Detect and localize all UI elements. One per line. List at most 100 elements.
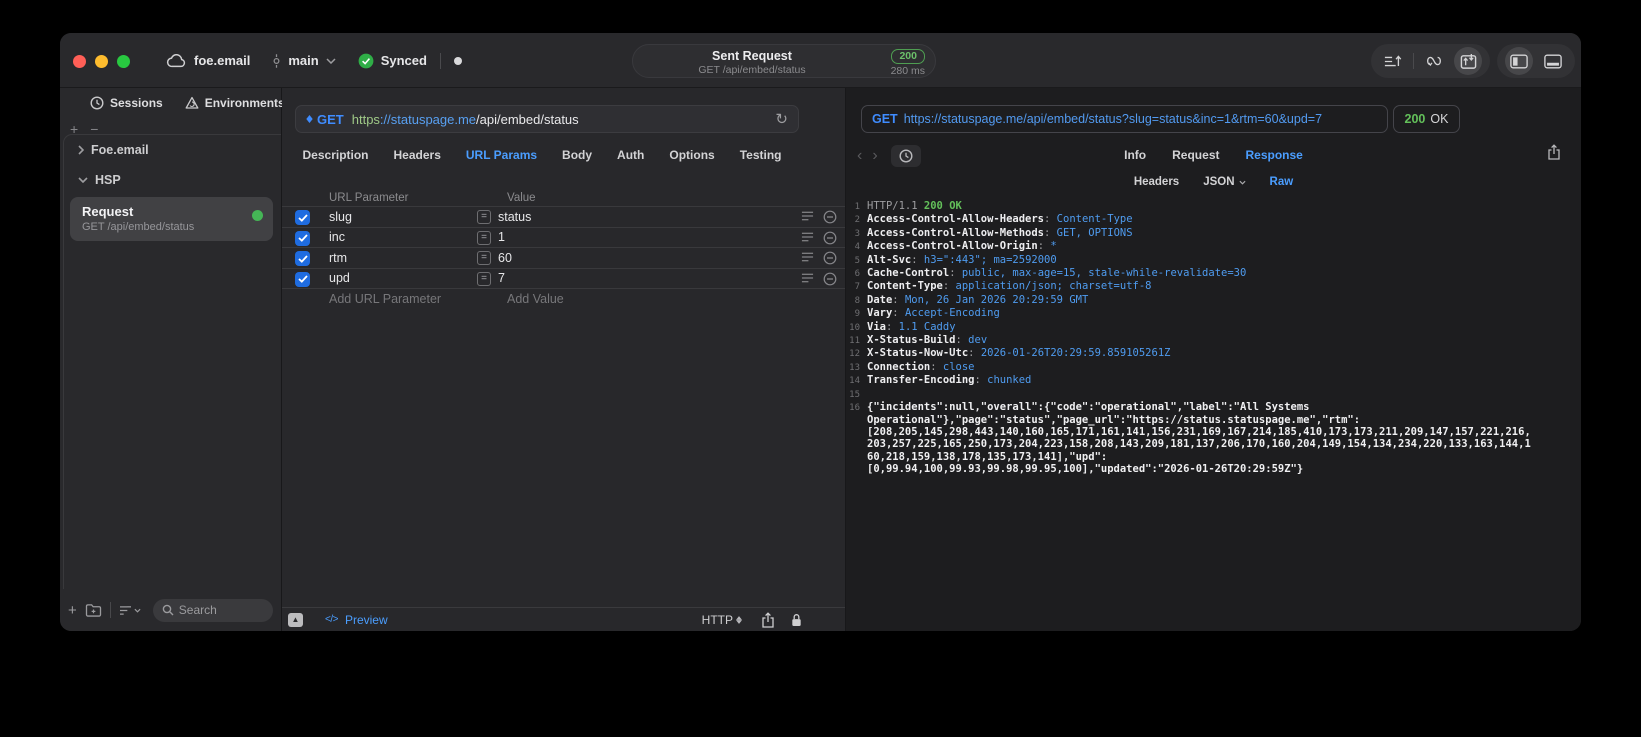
toggle-sidebar-icon[interactable] (1505, 47, 1533, 75)
param-checkbox[interactable] (295, 271, 310, 287)
subtab-headers-label: Headers (1133, 176, 1180, 188)
expand-panel-icon[interactable]: ▲ (288, 612, 303, 627)
sort-list-icon[interactable] (119, 605, 141, 616)
close-window-button[interactable] (73, 55, 86, 68)
subtab-raw[interactable]: Raw (1270, 176, 1294, 188)
preview-button[interactable]: </> Preview (325, 613, 388, 627)
code-line: 14 Transfer-Encoding: chunked (846, 374, 1577, 387)
subtab-headers[interactable]: Headers (1134, 176, 1179, 188)
tree-item-hsp[interactable]: HSP (64, 165, 281, 195)
request-list-item-selected[interactable]: Request GET /api/embed/status (70, 197, 273, 241)
tree-item-label: HSP (95, 173, 121, 187)
param-operator-badge[interactable]: = (477, 230, 491, 245)
code-line: 16 {"incidents":null,"overall":{"code":"o… (846, 401, 1577, 475)
line-content: Cache-Control: public, max-age=15, stale… (867, 267, 1247, 280)
code-icon: </> (325, 614, 338, 625)
add-param-value-placeholder[interactable]: Add Value (507, 292, 564, 306)
param-operator-badge[interactable]: = (477, 271, 491, 286)
param-value[interactable]: 1 (498, 230, 505, 244)
search-bar[interactable] (152, 598, 273, 622)
chevron-down-icon (78, 177, 88, 183)
remove-param-icon[interactable] (823, 251, 837, 265)
tab-testing[interactable]: Testing (740, 148, 782, 162)
remove-param-icon[interactable] (823, 210, 837, 224)
sidebar-tab-sessions[interactable]: Sessions (90, 96, 163, 110)
protocol-stepper-icon (736, 615, 742, 624)
minimize-window-button[interactable] (95, 55, 108, 68)
sync-status-label[interactable]: Synced (381, 53, 427, 68)
line-number: 7 (854, 282, 860, 293)
param-row-slug[interactable]: slug = status (282, 206, 845, 227)
main-content: Sessions Environments + − Foe.email HSP … (60, 88, 1581, 631)
param-description-icon[interactable] (801, 210, 814, 224)
history-clock-icon (90, 96, 104, 110)
column-url-parameter: URL Parameter (329, 192, 409, 204)
zoom-window-button[interactable] (117, 55, 130, 68)
app-window: foe.email main Synced Sent Request GET /… (60, 33, 1581, 631)
tab-auth[interactable]: Auth (617, 148, 644, 162)
param-checkbox[interactable] (295, 230, 310, 246)
remove-param-icon[interactable] (823, 231, 837, 245)
param-row-rtm[interactable]: rtm = 60 (282, 247, 845, 268)
chevron-down-icon[interactable] (326, 57, 336, 64)
tab-url-params[interactable]: URL Params (466, 148, 537, 162)
remove-param-icon[interactable] (823, 272, 837, 286)
sidebar-tab-environments[interactable]: Environments (185, 96, 285, 110)
tree-item-foe-email[interactable]: Foe.email (64, 135, 281, 165)
param-description-icon[interactable] (801, 251, 814, 265)
tab-response[interactable]: Response (1245, 148, 1302, 162)
activity-pill[interactable]: Sent Request GET /api/embed/status 200 2… (632, 44, 936, 78)
new-request-button[interactable]: + (68, 602, 77, 619)
param-name[interactable]: upd (329, 271, 350, 285)
param-operator-badge[interactable]: = (477, 251, 491, 265)
param-name[interactable]: slug (329, 210, 352, 224)
tab-headers[interactable]: Headers (394, 148, 441, 162)
send-refresh-icon[interactable]: ↻ (775, 110, 788, 128)
request-cycle-icon[interactable] (1454, 47, 1482, 75)
line-number: 15 (849, 389, 860, 400)
sync-loop-icon[interactable] (1420, 47, 1448, 75)
branch-name[interactable]: main (288, 53, 318, 68)
sort-export-icon[interactable] (1379, 47, 1407, 75)
line-content: X-Status-Now-Utc: 2026-01-26T20:29:59.85… (867, 347, 1171, 360)
method-stepper-icon[interactable] (306, 115, 313, 123)
response-body[interactable]: 1 HTTP/1.1 200 OK 2 Access-Control-Allow-He… (846, 200, 1577, 631)
new-folder-icon[interactable] (85, 603, 102, 617)
sent-request-url-box[interactable]: GET https://statuspage.me/api/embed/stat… (861, 105, 1388, 133)
traffic-lights (73, 55, 130, 68)
chevron-down-icon (1239, 180, 1246, 185)
tab-body[interactable]: Body (562, 148, 592, 162)
param-value[interactable]: 7 (498, 271, 505, 285)
param-value[interactable]: 60 (498, 251, 512, 265)
subtab-json-label: JSON (1203, 176, 1235, 188)
search-input[interactable] (178, 603, 264, 617)
share-icon[interactable] (761, 611, 775, 628)
lock-icon[interactable] (790, 612, 803, 628)
protocol-selector[interactable]: HTTP (702, 613, 746, 627)
add-param-row[interactable]: Add URL Parameter Add Value (282, 288, 845, 309)
tab-description[interactable]: Description (303, 148, 369, 162)
param-row-inc[interactable]: inc = 1 (282, 226, 845, 248)
param-value[interactable]: status (498, 210, 531, 224)
param-row-upd[interactable]: upd = 7 (282, 267, 845, 289)
request-url-bar[interactable]: GET https://statuspage.me/api/embed/stat… (295, 105, 799, 133)
export-response-icon[interactable] (1547, 144, 1561, 160)
code-line: 11 X-Status-Build: dev (846, 334, 1577, 347)
add-param-name-placeholder[interactable]: Add URL Parameter (329, 292, 441, 306)
param-description-icon[interactable] (801, 231, 814, 245)
toggle-bottom-panel-icon[interactable] (1539, 47, 1567, 75)
param-checkbox[interactable] (295, 210, 310, 225)
tab-request[interactable]: Request (1172, 148, 1219, 162)
method-label[interactable]: GET (317, 112, 344, 127)
param-name[interactable]: inc (329, 230, 345, 244)
request-editor-pane: GET https://statuspage.me/api/embed/stat… (282, 88, 846, 631)
toolbar-divider (1413, 53, 1414, 69)
param-name[interactable]: rtm (329, 251, 347, 265)
project-name[interactable]: foe.email (194, 53, 250, 68)
param-checkbox[interactable] (295, 251, 310, 266)
param-description-icon[interactable] (801, 272, 814, 286)
subtab-json[interactable]: JSON (1203, 176, 1246, 188)
tab-info[interactable]: Info (1124, 148, 1146, 162)
param-operator-badge[interactable]: = (477, 210, 491, 224)
tab-options[interactable]: Options (669, 148, 714, 162)
